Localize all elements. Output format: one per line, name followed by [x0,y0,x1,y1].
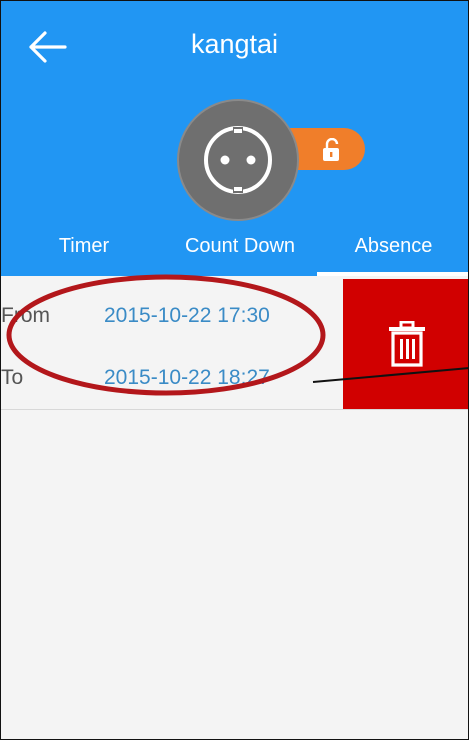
from-label: From [1,304,50,327]
app-screen: kangtai Timer Count Down Absence From 20… [0,0,469,740]
tab-label: Timer [58,235,110,257]
page-title: kangtai [190,29,279,59]
to-label: To [1,366,24,389]
padlock-open-icon [323,138,339,161]
tab-count-down[interactable]: Count Down [161,235,319,276]
tab-absence[interactable]: Absence [317,235,468,276]
tab-indicator [317,272,468,276]
trash-icon [389,321,425,367]
tab-timer[interactable]: Timer [19,235,149,276]
tab-bar: Timer Count Down Absence [1,235,468,276]
delete-button[interactable] [343,279,468,409]
device-status [177,99,367,221]
to-time-value[interactable]: 2015-10-22 18:27 [104,366,270,390]
from-time-value[interactable]: 2015-10-22 17:30 [104,304,270,328]
tab-label: Absence [354,235,433,257]
app-header: kangtai Timer Count Down Absence [1,1,468,276]
power-socket-icon [204,126,272,194]
tab-label: Count Down [184,235,296,257]
power-socket-button[interactable] [177,99,299,221]
